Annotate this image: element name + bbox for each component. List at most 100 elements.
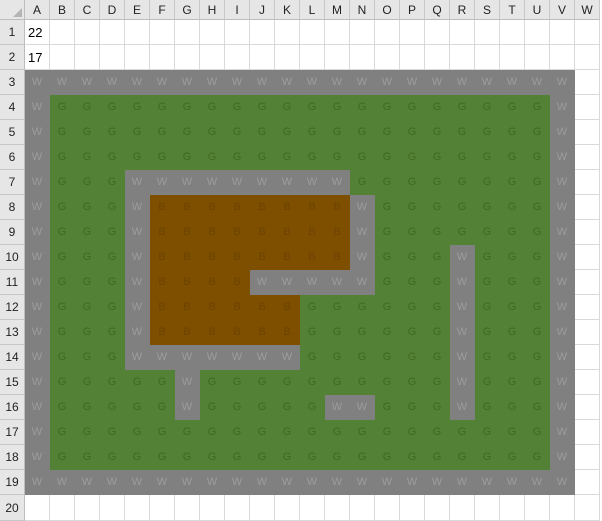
column-header-N[interactable]: N bbox=[350, 0, 375, 20]
cell-L19[interactable]: W bbox=[300, 470, 325, 495]
cell-G13[interactable]: B bbox=[175, 320, 200, 345]
cell-M4[interactable]: G bbox=[325, 95, 350, 120]
cell-K16[interactable]: G bbox=[275, 395, 300, 420]
cell-H18[interactable]: G bbox=[200, 445, 225, 470]
cell-P19[interactable]: W bbox=[400, 470, 425, 495]
cell-N15[interactable]: G bbox=[350, 370, 375, 395]
cell-Q7[interactable]: G bbox=[425, 170, 450, 195]
cell-N17[interactable]: G bbox=[350, 420, 375, 445]
cell-I15[interactable]: G bbox=[225, 370, 250, 395]
cell-J10[interactable]: B bbox=[250, 245, 275, 270]
cell-L15[interactable]: G bbox=[300, 370, 325, 395]
cell-O14[interactable]: G bbox=[375, 345, 400, 370]
cell-K13[interactable]: B bbox=[275, 320, 300, 345]
cell-N2[interactable] bbox=[350, 45, 375, 70]
cell-E14[interactable]: W bbox=[125, 345, 150, 370]
cell-Q5[interactable]: G bbox=[425, 120, 450, 145]
row-header-20[interactable]: 20 bbox=[0, 495, 25, 521]
cell-L11[interactable]: W bbox=[300, 270, 325, 295]
cell-S15[interactable]: G bbox=[475, 370, 500, 395]
cell-W7[interactable] bbox=[575, 170, 600, 195]
cell-I14[interactable]: W bbox=[225, 345, 250, 370]
cell-C16[interactable]: G bbox=[75, 395, 100, 420]
cell-O17[interactable]: G bbox=[375, 420, 400, 445]
cell-F3[interactable]: W bbox=[150, 70, 175, 95]
cell-P16[interactable]: G bbox=[400, 395, 425, 420]
cell-U12[interactable]: G bbox=[525, 295, 550, 320]
cell-E6[interactable]: G bbox=[125, 145, 150, 170]
cell-G6[interactable]: G bbox=[175, 145, 200, 170]
cell-G19[interactable]: W bbox=[175, 470, 200, 495]
cell-S13[interactable]: G bbox=[475, 320, 500, 345]
cell-G9[interactable]: B bbox=[175, 220, 200, 245]
cell-B20[interactable] bbox=[50, 495, 75, 521]
cell-L13[interactable]: G bbox=[300, 320, 325, 345]
cell-H13[interactable]: B bbox=[200, 320, 225, 345]
column-header-W[interactable]: W bbox=[575, 0, 600, 20]
cell-M11[interactable]: W bbox=[325, 270, 350, 295]
cell-M8[interactable]: B bbox=[325, 195, 350, 220]
row-header-16[interactable]: 16 bbox=[0, 395, 25, 420]
cell-L5[interactable]: G bbox=[300, 120, 325, 145]
cell-H10[interactable]: B bbox=[200, 245, 225, 270]
cell-W20[interactable] bbox=[575, 495, 600, 521]
cell-F18[interactable]: G bbox=[150, 445, 175, 470]
cell-L18[interactable]: G bbox=[300, 445, 325, 470]
cell-J17[interactable]: G bbox=[250, 420, 275, 445]
cell-F4[interactable]: G bbox=[150, 95, 175, 120]
cell-K7[interactable]: W bbox=[275, 170, 300, 195]
cell-T4[interactable]: G bbox=[500, 95, 525, 120]
cell-E16[interactable]: G bbox=[125, 395, 150, 420]
cell-N5[interactable]: G bbox=[350, 120, 375, 145]
cell-V19[interactable]: W bbox=[550, 470, 575, 495]
cell-E19[interactable]: W bbox=[125, 470, 150, 495]
cell-J18[interactable]: G bbox=[250, 445, 275, 470]
cell-C10[interactable]: G bbox=[75, 245, 100, 270]
cell-J4[interactable]: G bbox=[250, 95, 275, 120]
cell-E12[interactable]: W bbox=[125, 295, 150, 320]
cell-V9[interactable]: W bbox=[550, 220, 575, 245]
cell-J8[interactable]: B bbox=[250, 195, 275, 220]
cell-H6[interactable]: G bbox=[200, 145, 225, 170]
cell-N13[interactable]: G bbox=[350, 320, 375, 345]
cell-A10[interactable]: W bbox=[25, 245, 50, 270]
cell-M18[interactable]: G bbox=[325, 445, 350, 470]
cell-R10[interactable]: W bbox=[450, 245, 475, 270]
cell-P4[interactable]: G bbox=[400, 95, 425, 120]
column-header-D[interactable]: D bbox=[100, 0, 125, 20]
cell-V3[interactable]: W bbox=[550, 70, 575, 95]
row-header-5[interactable]: 5 bbox=[0, 120, 25, 145]
cell-M14[interactable]: G bbox=[325, 345, 350, 370]
cell-Q9[interactable]: G bbox=[425, 220, 450, 245]
cell-S17[interactable]: G bbox=[475, 420, 500, 445]
cell-F2[interactable] bbox=[150, 45, 175, 70]
cell-M13[interactable]: G bbox=[325, 320, 350, 345]
cell-D14[interactable]: G bbox=[100, 345, 125, 370]
cell-I5[interactable]: G bbox=[225, 120, 250, 145]
cell-U1[interactable] bbox=[525, 20, 550, 45]
cell-S16[interactable]: G bbox=[475, 395, 500, 420]
cell-D8[interactable]: G bbox=[100, 195, 125, 220]
cell-K1[interactable] bbox=[275, 20, 300, 45]
cell-L16[interactable]: G bbox=[300, 395, 325, 420]
cell-R8[interactable]: G bbox=[450, 195, 475, 220]
cell-S4[interactable]: G bbox=[475, 95, 500, 120]
cell-G1[interactable] bbox=[175, 20, 200, 45]
cell-C18[interactable]: G bbox=[75, 445, 100, 470]
cell-I4[interactable]: G bbox=[225, 95, 250, 120]
cell-U10[interactable]: G bbox=[525, 245, 550, 270]
cell-Q15[interactable]: G bbox=[425, 370, 450, 395]
cell-A11[interactable]: W bbox=[25, 270, 50, 295]
cell-R5[interactable]: G bbox=[450, 120, 475, 145]
cell-P3[interactable]: W bbox=[400, 70, 425, 95]
cell-E15[interactable]: G bbox=[125, 370, 150, 395]
cell-H7[interactable]: W bbox=[200, 170, 225, 195]
cell-W2[interactable] bbox=[575, 45, 600, 70]
cell-B13[interactable]: G bbox=[50, 320, 75, 345]
cell-C12[interactable]: G bbox=[75, 295, 100, 320]
cell-G10[interactable]: B bbox=[175, 245, 200, 270]
column-header-F[interactable]: F bbox=[150, 0, 175, 20]
cell-J19[interactable]: W bbox=[250, 470, 275, 495]
cell-G14[interactable]: W bbox=[175, 345, 200, 370]
cell-O10[interactable]: G bbox=[375, 245, 400, 270]
